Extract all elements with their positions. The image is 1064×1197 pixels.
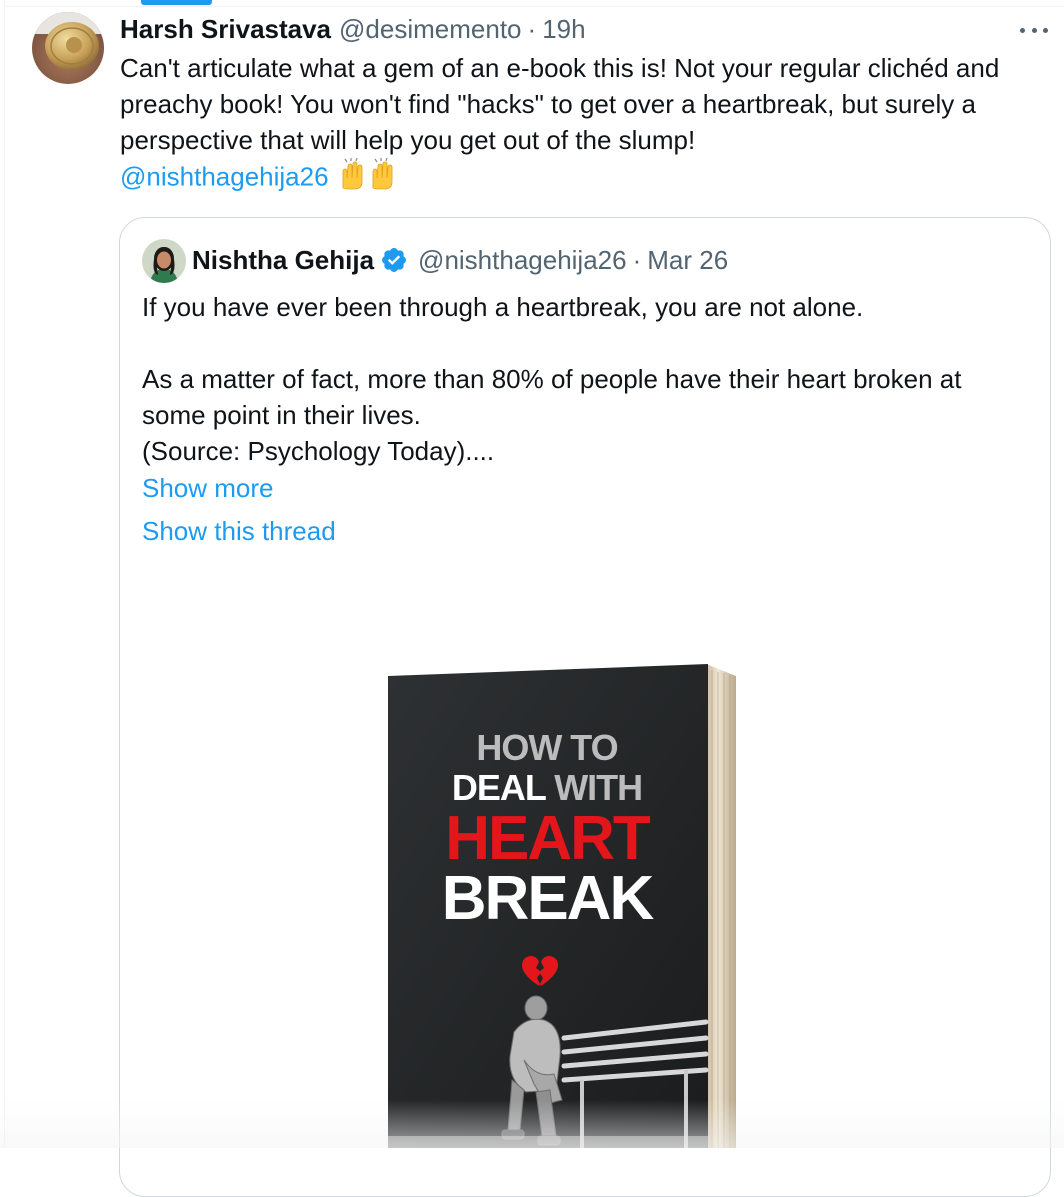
quoted-line-3: (Source: Psychology Today).... [142, 436, 495, 466]
book-title-line-2: DEAL WITH [386, 770, 708, 806]
raising-hands-emoji-icon [337, 157, 407, 199]
more-dot [1020, 27, 1025, 33]
quoted-line-1: If you have ever been through a heartbre… [142, 292, 864, 322]
verified-badge-icon [380, 246, 408, 274]
author-display-name[interactable]: Harsh Srivastava [120, 14, 331, 45]
person-avatar-image [142, 239, 186, 283]
book-title-with: WITH [554, 767, 643, 808]
coin-avatar-image [32, 12, 104, 84]
active-tab-indicator [141, 0, 212, 5]
show-thread-link[interactable]: Show this thread [142, 513, 336, 549]
quoted-tweet-timestamp[interactable]: Mar 26 [647, 245, 728, 276]
book-title-line-4: BREAK [441, 864, 654, 933]
tweet-header: Harsh Srivastava @desimemento · 19h [120, 12, 586, 46]
tweet-text: Can't articulate what a gem of an e-book… [120, 50, 1040, 199]
quoted-line-2: As a matter of fact, more than 80% of pe… [142, 364, 962, 430]
book-title-line-1: HOW TO [476, 727, 618, 768]
more-dot [1043, 27, 1048, 33]
quoted-header-separator: · [632, 244, 642, 275]
header-separator: · [527, 13, 537, 44]
author-avatar[interactable] [32, 12, 104, 84]
timeline-top-divider [5, 6, 1064, 7]
more-horizontal-icon[interactable] [1016, 18, 1052, 42]
quoted-author-avatar[interactable] [142, 239, 186, 283]
author-handle[interactable]: @desimemento [339, 14, 521, 45]
tweet-body: Can't articulate what a gem of an e-book… [120, 53, 1000, 155]
quoted-tweet-text: If you have ever been through a heartbre… [142, 289, 1032, 469]
quoted-author-display-name[interactable]: Nishtha Gehija [192, 245, 374, 276]
more-dot [1031, 27, 1037, 33]
book-title-text: HOW TO DEAL WITH HEART BREAK [386, 730, 708, 930]
quoted-tweet-header: Nishtha Gehija @nishthagehija26 · Mar 26 [192, 242, 728, 278]
tweet-timestamp[interactable]: 19h [542, 14, 585, 45]
mention-link[interactable]: @nishthagehija26 [120, 161, 329, 191]
show-more-link[interactable]: Show more [142, 470, 274, 506]
book-title-deal: DEAL [451, 767, 546, 808]
book-title-line-3: HEART [445, 804, 651, 873]
quoted-author-handle[interactable]: @nishthagehija26 [418, 245, 627, 276]
timeline-left-border [4, 0, 5, 1148]
